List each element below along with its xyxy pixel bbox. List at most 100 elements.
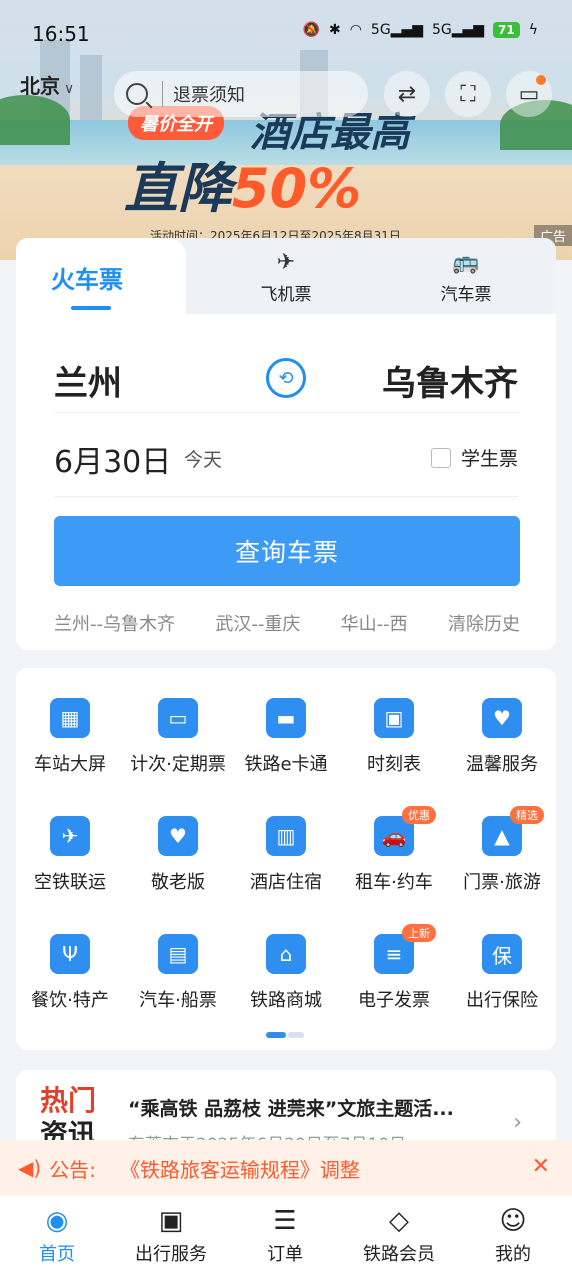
nav-travel-services[interactable]: ▣ 出行服务 (114, 1206, 228, 1266)
nav-label: 我的 (495, 1244, 531, 1265)
tab-indicator (71, 306, 111, 310)
search-placeholder: 退票须知 (162, 81, 245, 107)
hotel-icon: ▥ (266, 816, 306, 856)
service-label: 酒店住宿 (250, 872, 322, 893)
promo-subtitle: 直降50% (124, 144, 361, 223)
service-station-screen[interactable]: ▦ 车站大屏 (16, 698, 124, 776)
mute-icon: 🔕 (302, 22, 320, 38)
wifi-icon: ◠ (349, 22, 362, 38)
nav-profile[interactable]: ☺ 我的 (456, 1206, 570, 1266)
tab-train[interactable]: 火车票 (16, 238, 186, 316)
news-title: “乘高铁 品荔枝 进莞来”文旅主题活... (128, 1098, 454, 1120)
tab-bus[interactable]: 🚌 汽车票 (426, 250, 506, 305)
swap-arrows-icon: ⇄ (397, 81, 417, 107)
page-dot-active (266, 1032, 286, 1038)
heart-icon: ♥ (158, 816, 198, 856)
search-history: 兰州--乌鲁木齐 武汉--重庆 华山--西 清除历史 (54, 610, 520, 636)
promo-subtitle-text: 直降 (124, 157, 232, 220)
service-label: 餐饮·特产 (31, 990, 109, 1011)
tab-label: 汽车票 (440, 285, 492, 305)
nav-orders[interactable]: ☰ 订单 (228, 1206, 342, 1266)
bus-icon: 🚌 (452, 250, 480, 275)
service-dining[interactable]: Ψ 餐饮·特产 (16, 934, 124, 1012)
clear-history-button[interactable]: 清除历史 (448, 610, 520, 636)
skyline-decoration (80, 55, 102, 130)
charging-icon: ϟ (528, 22, 538, 38)
switch-button[interactable]: ⇄ (384, 71, 430, 117)
service-e-card[interactable]: ▬ 铁路e卡通 (232, 698, 340, 776)
promo-badge: 精选 (510, 806, 544, 824)
battery-icon: 71 (493, 22, 520, 38)
service-label: 汽车·船票 (139, 990, 217, 1011)
history-item[interactable]: 武汉--重庆 (215, 610, 300, 636)
notice-bar[interactable]: ◀) 公告: 《铁路旅客运输规程》调整 ✕ (0, 1140, 572, 1196)
ticket-clock-icon: ▭ (158, 698, 198, 738)
order-icon: ☰ (273, 1206, 297, 1236)
search-tickets-button[interactable]: 查询车票 (54, 516, 520, 586)
service-label: 温馨服务 (466, 754, 538, 775)
service-label: 计次·定期票 (130, 754, 226, 775)
service-insurance[interactable]: 保出行保险 (448, 934, 556, 1012)
divider (54, 412, 518, 413)
shield-icon: 保 (482, 934, 522, 974)
notice-label: 公告: (49, 1157, 96, 1182)
checkbox-icon (430, 447, 451, 468)
service-elderly[interactable]: ♥ 敬老版 (124, 816, 232, 894)
service-periodic-ticket[interactable]: ▭ 计次·定期票 (124, 698, 232, 776)
departure-date[interactable]: 6月30日 (54, 437, 171, 481)
student-ticket-checkbox[interactable]: 学生票 (430, 444, 518, 471)
5g-signal-icon: 5G▂▄▆ (431, 22, 485, 38)
promo-percent: 50% (232, 157, 362, 220)
home-icon: ◉ (45, 1206, 69, 1236)
divider (54, 496, 518, 497)
chevron-down-icon: ∨ (64, 81, 75, 97)
city-selector[interactable]: 北京 ∨ (20, 70, 74, 99)
nav-home[interactable]: ◉ 首页 (0, 1206, 114, 1266)
service-car-rental[interactable]: 优惠 🚗 租车·约车 (340, 806, 448, 894)
history-item[interactable]: 华山--西 (341, 610, 408, 636)
luggage-icon: ▣ (158, 1206, 184, 1236)
departure-station[interactable]: 兰州 (54, 356, 122, 405)
plane-icon: ✈ (276, 250, 296, 275)
chevron-right-icon: › (513, 1110, 522, 1135)
message-icon: ▭ (518, 81, 540, 107)
shop-icon: ⌂ (266, 934, 306, 974)
close-icon[interactable]: ✕ (532, 1154, 550, 1179)
service-bus-ship[interactable]: ▤ 汽车·船票 (124, 934, 232, 1012)
plane-train-icon: ✈ (50, 816, 90, 856)
arrival-station[interactable]: 乌鲁木齐 (382, 356, 518, 405)
hot-label: 热门 (40, 1084, 97, 1117)
status-bar: 16:51 🔕 ✱ ◠ 5G▂▄▆ 5G▂▄▆ 71 ϟ (0, 0, 572, 66)
service-care[interactable]: ♥ 温馨服务 (448, 698, 556, 776)
service-label: 出行保险 (466, 990, 538, 1011)
tab-label: 火车票 (51, 266, 123, 294)
services-grid: ▦ 车站大屏 ▭ 计次·定期票 ▬ 铁路e卡通 ▣ 时刻表 ♥ 温馨服务 ✈ 空铁联运 ♥ 敬… (16, 668, 556, 1050)
ticket-card: 火车票 ✈ 飞机票 🚌 汽车票 兰州 ⟲ 乌鲁木齐 6月30日 今天 学生票 查询车… (16, 238, 556, 650)
nav-membership[interactable]: ◇ 铁路会员 (342, 1206, 456, 1266)
scan-button[interactable]: ⛶ (445, 71, 491, 117)
promo-badge: 上新 (402, 924, 436, 942)
service-label: 空铁联运 (34, 872, 106, 893)
person-icon: ☺ (499, 1206, 527, 1236)
service-label: 门票·旅游 (463, 872, 541, 893)
service-tourism[interactable]: 精选 ▲ 门票·旅游 (448, 806, 556, 894)
history-item[interactable]: 兰州--乌鲁木齐 (54, 610, 175, 636)
tab-label: 飞机票 (260, 285, 312, 305)
calendar-icon: ▦ (50, 698, 90, 738)
service-label: 敬老版 (151, 872, 205, 893)
service-timetable[interactable]: ▣ 时刻表 (340, 698, 448, 776)
bottom-nav: ◉ 首页 ▣ 出行服务 ☰ 订单 ◇ 铁路会员 ☺ 我的 (0, 1196, 572, 1279)
service-hotel[interactable]: ▥ 酒店住宿 (232, 816, 340, 894)
page-dot (288, 1032, 304, 1038)
message-button[interactable]: ▭ (506, 71, 552, 117)
ticket-form: 兰州 ⟲ 乌鲁木齐 6月30日 今天 学生票 查询车票 兰州--乌鲁木齐 武汉-… (16, 314, 556, 650)
notification-dot (536, 75, 546, 85)
today-label: 今天 (184, 449, 223, 471)
tab-flight[interactable]: ✈ 飞机票 (246, 250, 326, 305)
service-label: 铁路e卡通 (244, 754, 328, 775)
service-mall[interactable]: ⌂ 铁路商城 (232, 934, 340, 1012)
service-air-rail[interactable]: ✈ 空铁联运 (16, 816, 124, 894)
swap-stations-icon[interactable]: ⟲ (266, 358, 306, 398)
search-input[interactable]: 退票须知 (114, 71, 368, 117)
service-invoice[interactable]: 上新 ≡ 电子发票 (340, 924, 448, 1012)
